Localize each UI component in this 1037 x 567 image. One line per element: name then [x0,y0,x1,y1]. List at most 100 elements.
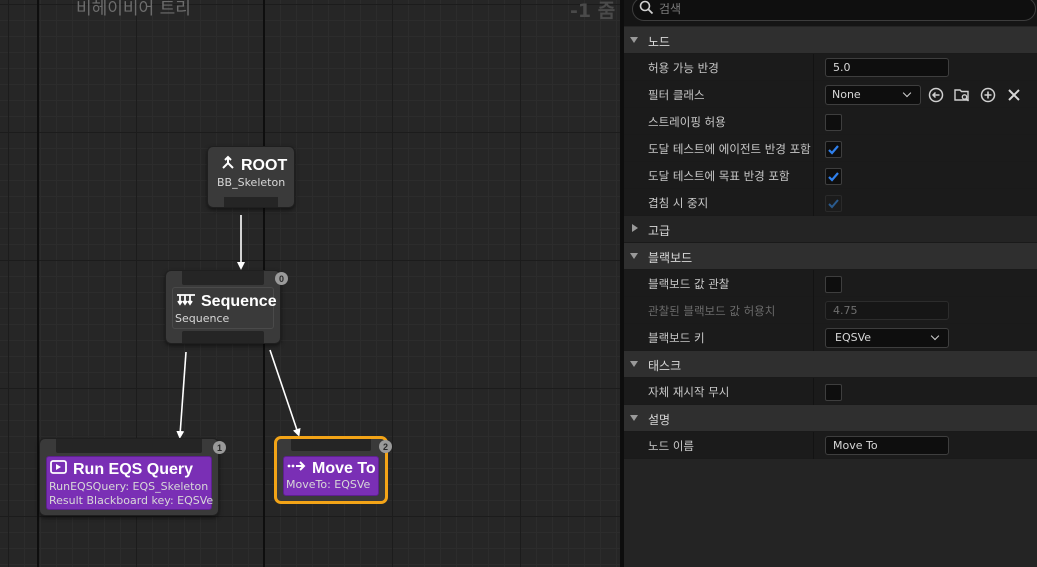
filter-class-value: None [832,88,861,101]
run-eqs-title-row: Run EQS Query [47,457,211,480]
category-advanced[interactable]: 고급 [624,216,1037,243]
column-divider[interactable] [813,108,814,135]
run-eqs-blackboard-key: Result Blackboard key: EQSVe [49,494,214,507]
expanded-arrow-icon [630,415,638,421]
allow-strafe-checkbox[interactable] [825,114,842,131]
move-to-title: Move To [312,459,376,477]
prop-label: 블랙보드 값 관찰 [648,277,730,291]
prop-ignore-restart-self: 자체 재시작 무시 [624,378,1037,405]
run-eqs-title: Run EQS Query [73,460,194,478]
category-label: 노드 [648,35,671,49]
column-divider[interactable] [813,189,814,216]
expanded-arrow-icon [630,361,638,367]
run-eqs-query-node[interactable]: Run EQS Query RunEQSQuery: EQS_Skeleton … [39,438,226,516]
prop-label: 스트레이핑 허용 [648,115,726,129]
expanded-arrow-icon [630,37,638,43]
prop-label: 허용 가능 반경 [648,61,719,75]
search-input[interactable] [659,2,1009,16]
category-label: 태스크 [648,359,682,373]
sequence-icon [176,291,196,312]
execution-index-badge: 2 [379,440,392,453]
chevron-down-icon [902,88,912,98]
search-box[interactable] [632,0,1036,21]
blackboard-key-value: EQSVe [835,331,872,344]
sequence-node-title-row: Sequence [173,288,277,312]
prop-label: 필터 클래스 [648,88,705,102]
prop-reach-include-goal-radius: 도달 테스트에 목표 반경 포함 [624,162,1037,189]
column-divider[interactable] [813,54,814,81]
eqs-query-icon [50,459,68,480]
browse-folder-icon[interactable] [954,87,970,103]
prop-observed-tolerance: 관찰된 블랙보드 값 허용치 4.75 [624,297,1037,324]
checkmark-icon [828,145,839,155]
wire-sequence-run-eqs [176,351,187,439]
move-to-subtitle: MoveTo: EQSVe [286,478,371,491]
clear-x-icon[interactable] [1006,87,1022,103]
reach-agent-radius-checkbox[interactable] [825,141,842,158]
prop-node-name: 노드 이름 Move To [624,432,1037,459]
wire-sequence-move-to [269,349,301,437]
add-plus-icon[interactable] [980,87,996,103]
column-divider[interactable] [813,135,814,162]
prop-filter-class: 필터 클래스 None [624,81,1037,108]
prop-label: 도달 테스트에 목표 반경 포함 [648,169,790,183]
prop-label: 도달 테스트에 에이전트 반경 포함 [648,142,811,156]
column-divider[interactable] [813,162,814,189]
reach-goal-radius-checkbox[interactable] [825,168,842,185]
root-icon [220,155,236,176]
ignore-restart-self-checkbox[interactable] [825,384,842,401]
prop-acceptable-radius: 허용 가능 반경 5.0 [624,54,1037,81]
checkmark-icon [828,199,839,209]
execution-index-badge: 1 [213,441,226,454]
category-task[interactable]: 태스크 [624,351,1037,378]
category-blackboard[interactable]: 블랙보드 [624,243,1037,270]
root-title: ROOT [241,156,288,174]
run-eqs-subtitle: RunEQSQuery: EQS_Skeleton [49,480,209,493]
sequence-node-body: Sequence Sequence [172,287,277,329]
checkmark-icon [828,172,839,182]
acceptable-radius-input[interactable]: 5.0 [825,58,949,77]
expanded-arrow-icon [630,253,638,259]
root-subtitle: BB_Skeleton [217,176,286,189]
observe-value-checkbox[interactable] [825,276,842,293]
column-divider[interactable] [813,432,814,459]
sequence-node[interactable]: Sequence Sequence 0 [165,270,288,344]
sequence-subtitle: Sequence [175,312,230,325]
execution-index-badge: 0 [275,272,288,285]
details-panel: 노드 허용 가능 반경 5.0 필터 클래스 None 스트레이핑 허용 도달 … [620,0,1037,567]
root-node-title-row: ROOT [214,153,288,176]
move-to-node[interactable]: Move To MoveTo: EQSVe 2 [274,436,392,504]
filter-class-dropdown[interactable]: None [825,85,921,105]
prop-stop-on-overlap: 겹침 시 중지 [624,189,1037,216]
sequence-title: Sequence [201,292,277,310]
input-pin[interactable] [56,439,202,453]
column-divider[interactable] [813,270,814,297]
column-divider[interactable] [813,297,814,324]
prop-label: 노드 이름 [648,439,694,453]
search-icon [639,0,654,19]
blackboard-key-dropdown[interactable]: EQSVe [825,328,949,348]
prop-label: 블랙보드 키 [648,331,705,345]
observed-tolerance-input[interactable]: 4.75 [825,301,949,320]
root-node-body: ROOT BB_Skeleton [214,153,288,197]
output-pin[interactable] [182,331,264,343]
root-node[interactable]: ROOT BB_Skeleton [207,146,295,208]
use-selected-arrow-icon[interactable] [928,87,944,103]
node-name-input[interactable]: Move To [825,436,949,455]
stop-on-overlap-checkbox[interactable] [825,195,842,212]
prop-observe-blackboard-value: 블랙보드 값 관찰 [624,270,1037,297]
move-to-title-row: Move To [284,457,378,478]
category-description[interactable]: 설명 [624,405,1037,432]
column-divider[interactable] [813,324,814,351]
prop-reach-include-agent-radius: 도달 테스트에 에이전트 반경 포함 [624,135,1037,162]
prop-allow-strafe: 스트레이핑 허용 [624,108,1037,135]
column-divider[interactable] [813,81,814,108]
chevron-down-icon [930,331,940,341]
column-divider[interactable] [813,378,814,405]
category-label: 설명 [648,413,671,427]
input-pin[interactable] [291,439,371,451]
input-pin[interactable] [182,271,264,285]
category-node[interactable]: 노드 [624,27,1037,54]
run-eqs-node-body: Run EQS Query RunEQSQuery: EQS_Skeleton … [46,456,214,510]
behavior-tree-graph[interactable]: 비헤이비어 트리 -1 줌 ROOT BB_Skeleton Sequence … [0,0,620,567]
